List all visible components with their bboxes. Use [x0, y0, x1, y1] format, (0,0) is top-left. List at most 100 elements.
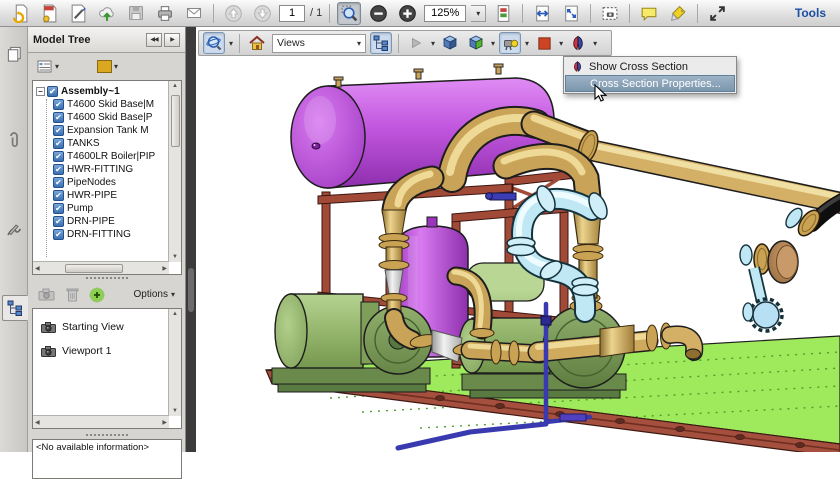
tree-options-button[interactable]: ▾: [34, 58, 62, 76]
checkbox-checked-icon[interactable]: ✔: [53, 229, 64, 240]
panel-splitter[interactable]: [28, 432, 185, 438]
3d-model-viewport[interactable]: [196, 27, 840, 452]
zoom-out-icon[interactable]: [366, 2, 390, 25]
model-tree-rail-icon[interactable]: [2, 295, 28, 321]
next-page-icon[interactable]: [250, 2, 274, 25]
cross-section-dropdown-icon[interactable]: ▾: [593, 39, 597, 48]
tree-item-pump[interactable]: ✔ Pump: [33, 202, 169, 215]
zoom-in-icon[interactable]: [395, 2, 419, 25]
rotate-tool-icon[interactable]: [203, 32, 225, 54]
views-horizontal-scrollbar[interactable]: ◀ ▶: [33, 415, 169, 428]
add-view-button[interactable]: [89, 287, 105, 303]
tree-item-t4600lr-boiler-pip[interactable]: ✔ T4600LR Boiler|PIP: [33, 150, 169, 163]
page-display-icon[interactable]: [491, 2, 515, 25]
convert-pdf-icon[interactable]: [8, 2, 32, 25]
scroll-right-icon[interactable]: ▶: [162, 419, 167, 426]
tree-item-expansion-tank-m[interactable]: ✔ Expansion Tank M: [33, 124, 169, 137]
views-dropdown[interactable]: Views ▾: [272, 33, 367, 53]
checkbox-checked-icon[interactable]: ✔: [47, 86, 58, 97]
object-info-box: <No available information>: [32, 439, 182, 479]
checkbox-checked-icon[interactable]: ✔: [53, 216, 64, 227]
menu-item-cross-section-properties[interactable]: Cross Section Properties...: [565, 75, 735, 92]
tools-button[interactable]: Tools: [795, 6, 832, 20]
tree-item-drn-fitting[interactable]: ✔ DRN-FITTING: [33, 228, 169, 241]
views-vertical-scrollbar[interactable]: ▲ ▼: [168, 309, 181, 416]
highlight-color-button[interactable]: ▾: [94, 58, 121, 75]
previous-page-icon[interactable]: [221, 2, 245, 25]
gutter-scroll-thumb[interactable]: [188, 268, 194, 312]
fit-width-icon[interactable]: [530, 2, 554, 25]
scroll-up-icon[interactable]: ▲: [172, 83, 178, 89]
tree-item-t4600-skid-base-p[interactable]: ✔ T4600 Skid Base|P: [33, 111, 169, 124]
checkbox-checked-icon[interactable]: ✔: [53, 112, 64, 123]
checkbox-checked-icon[interactable]: ✔: [53, 138, 64, 149]
tree-item-assembly-1[interactable]: − ✔ Assembly~1: [33, 85, 169, 98]
attachments-icon[interactable]: [2, 127, 26, 153]
scrollbar-thumb[interactable]: [65, 264, 123, 273]
tree-item-pipenodes[interactable]: ✔ PipeNodes: [33, 176, 169, 189]
create-pdf-icon[interactable]: [37, 2, 61, 25]
lighting-dropdown-icon[interactable]: ▾: [525, 39, 529, 48]
background-color-icon[interactable]: [533, 32, 555, 54]
scroll-up-icon[interactable]: ▲: [172, 311, 178, 317]
tree-item-drn-pipe[interactable]: ✔ DRN-PIPE: [33, 215, 169, 228]
background-dropdown-icon[interactable]: ▾: [559, 39, 563, 48]
render-mode-dropdown-icon[interactable]: ▾: [491, 39, 495, 48]
blind-flange-assembly[interactable]: [739, 240, 799, 333]
tree-horizontal-scrollbar[interactable]: ◀ ▶: [33, 261, 169, 274]
tree-item-tanks[interactable]: ✔ TANKS: [33, 137, 169, 150]
view-item-starting-view[interactable]: Starting View: [33, 315, 169, 339]
print-icon[interactable]: [153, 2, 177, 25]
set-view-camera-icon[interactable]: [38, 288, 56, 301]
play-animation-icon[interactable]: [405, 32, 427, 54]
scroll-right-icon[interactable]: ▶: [162, 265, 167, 272]
checkbox-checked-icon[interactable]: ✔: [53, 190, 64, 201]
model-tree-toggle-icon[interactable]: [370, 32, 393, 54]
delete-view-trash-icon[interactable]: [66, 287, 79, 302]
email-icon[interactable]: [182, 2, 206, 25]
highlight-text-icon[interactable]: [666, 2, 690, 25]
play-dropdown-icon[interactable]: ▾: [431, 39, 435, 48]
scroll-left-icon[interactable]: ◀: [35, 265, 40, 272]
scroll-left-icon[interactable]: ◀: [35, 419, 40, 426]
cross-section-icon[interactable]: [567, 32, 589, 54]
collapse-panel-button[interactable]: ◀◀: [146, 32, 162, 47]
signatures-icon[interactable]: [2, 217, 26, 243]
tree-item-hwr-pipe[interactable]: ✔ HWR-PIPE: [33, 189, 169, 202]
render-mode-cube-icon[interactable]: [465, 32, 487, 54]
view-item-viewport-1[interactable]: Viewport 1: [33, 339, 169, 363]
checkbox-checked-icon[interactable]: ✔: [53, 99, 64, 110]
tree-item-hwr-fitting[interactable]: ✔ HWR-FITTING: [33, 163, 169, 176]
share-cloud-icon[interactable]: [95, 2, 119, 25]
scroll-down-icon[interactable]: ▼: [172, 254, 178, 260]
menu-item-show-cross-section[interactable]: Show Cross Section: [565, 58, 735, 75]
use-3d-tool-cube-icon[interactable]: [439, 32, 461, 54]
save-file-icon[interactable]: [124, 2, 148, 25]
expander-icon[interactable]: −: [36, 87, 45, 96]
fullscreen-icon[interactable]: [705, 2, 729, 25]
scroll-down-icon[interactable]: ▼: [172, 408, 178, 414]
checkbox-checked-icon[interactable]: ✔: [53, 151, 64, 162]
fit-page-icon[interactable]: [559, 2, 583, 25]
comment-bubble-icon[interactable]: [637, 2, 661, 25]
zoom-level-input[interactable]: [424, 4, 467, 22]
expand-panel-button[interactable]: ▶: [164, 32, 180, 47]
sign-document-icon[interactable]: [66, 2, 90, 25]
zoom-dropdown-arrow-icon[interactable]: ▾: [471, 4, 487, 22]
tree-item-t4600-skid-base-m[interactable]: ✔ T4600 Skid Base|M: [33, 98, 169, 111]
tree-vertical-scrollbar[interactable]: ▲ ▼: [168, 81, 181, 262]
views-options-button[interactable]: Options ▾: [134, 289, 175, 300]
marquee-zoom-icon[interactable]: [337, 1, 362, 25]
pdf-page[interactable]: ▾ Views ▾ ▾ ▾ ▾ ▾ ▾ Show Cross Section C…: [196, 27, 840, 452]
rotate-dropdown-icon[interactable]: ▾: [229, 39, 233, 48]
lighting-icon[interactable]: [499, 32, 522, 54]
page-number-input[interactable]: [279, 4, 305, 22]
checkbox-checked-icon[interactable]: ✔: [53, 164, 64, 175]
checkbox-checked-icon[interactable]: ✔: [53, 177, 64, 188]
checkbox-checked-icon[interactable]: ✔: [53, 125, 64, 136]
checkbox-checked-icon[interactable]: ✔: [53, 203, 64, 214]
scrollbar-thumb[interactable]: [171, 95, 180, 147]
default-view-home-icon[interactable]: [246, 32, 268, 54]
snapshot-icon[interactable]: [598, 2, 622, 25]
page-thumbnails-icon[interactable]: [2, 41, 26, 67]
